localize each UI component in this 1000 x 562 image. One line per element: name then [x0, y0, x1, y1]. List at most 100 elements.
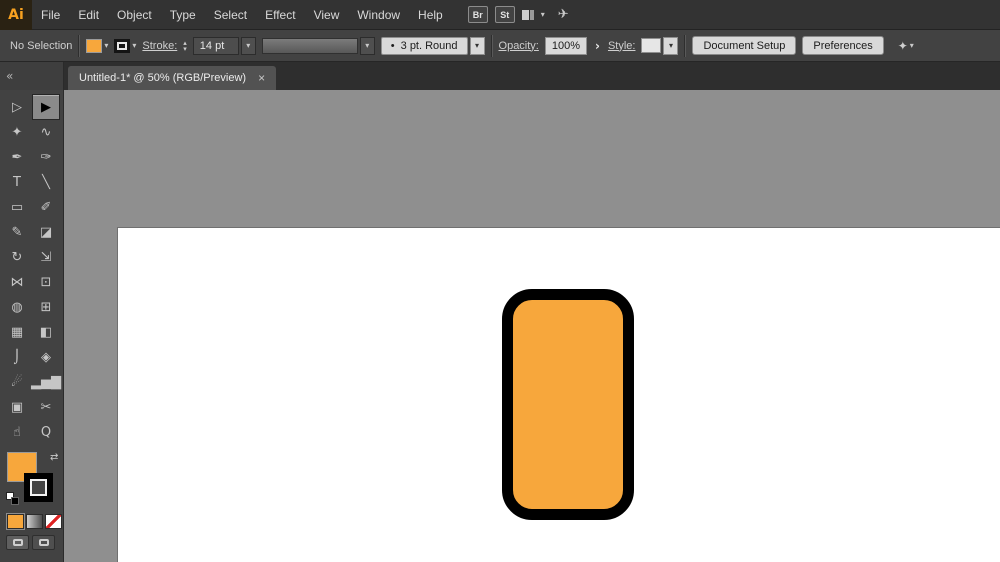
none-mode-button[interactable] [45, 514, 62, 529]
symbol-sprayer-tool[interactable]: ☄ [4, 370, 30, 394]
width-tool[interactable]: ⋈ [4, 270, 30, 294]
selection-tool[interactable]: ▶ [33, 95, 59, 119]
stroke-color-combo[interactable]: ▾ [114, 39, 136, 53]
stroke-panel-link[interactable]: Stroke: [142, 40, 177, 52]
pencil-tool[interactable]: ✎ [4, 220, 30, 244]
column-graph-tool[interactable]: ▂▅▇ [33, 370, 59, 394]
draw-behind-button[interactable] [32, 535, 55, 550]
stroke-color-swatch[interactable] [114, 39, 130, 53]
scale-tool[interactable]: ⇲ [33, 245, 59, 269]
preferences-button[interactable]: Preferences [802, 36, 883, 55]
default-fill-stroke-icon[interactable] [6, 492, 21, 506]
stroke-weight-field[interactable]: 14 pt [193, 37, 239, 55]
graphic-style-swatch[interactable] [641, 38, 661, 53]
stroke-weight-combo[interactable]: 14 pt ▾ [193, 37, 256, 55]
line-segment-tool[interactable]: ╲ [33, 170, 59, 194]
shape-builder-tool-icon: ◍ [11, 300, 22, 315]
draw-normal-button[interactable] [6, 535, 29, 550]
tools-panel: ▷▶ ✦ ∿✒✑ T ╲▭✐✎◪ ↻ ⇲ ⋈ ⊡ ◍ ⊞▦ ◧ ⌡◈ ☄ ▂▅▇ ▣ ✂ ☝ Q ⇄ [0, 90, 64, 562]
opacity-field[interactable]: 100% [545, 37, 587, 55]
paintbrush-tool[interactable]: ✐ [33, 195, 59, 219]
menu-file[interactable]: File [32, 0, 69, 29]
hand-tool-icon: ☝ [13, 425, 21, 440]
width-tool-icon: ⋈ [11, 275, 24, 290]
color-mode-button[interactable] [7, 514, 24, 529]
gradient-mode-button[interactable] [26, 514, 43, 529]
mesh-tool[interactable]: ▦ [4, 320, 30, 344]
opacity-panel-link[interactable]: Opacity: [499, 40, 539, 52]
rectangle-tool[interactable]: ▭ [4, 195, 30, 219]
menu-help[interactable]: Help [409, 0, 452, 29]
document-tab[interactable]: Untitled-1* @ 50% (RGB/Preview) × [68, 66, 276, 90]
rounded-rectangle-shape[interactable] [502, 289, 634, 520]
fill-color-combo[interactable]: ▾ [86, 39, 108, 53]
menu-effect[interactable]: Effect [256, 0, 304, 29]
document-title: Untitled-1* @ 50% (RGB/Preview) [79, 72, 246, 84]
eyedropper-tool[interactable]: ⌡ [4, 345, 30, 369]
style-panel-link[interactable]: Style: [608, 40, 636, 52]
stroke-weight-stepper[interactable]: ▴ ▾ [183, 40, 187, 52]
swap-fill-stroke-icon[interactable]: ⇄ [50, 452, 58, 463]
stroke-swatch[interactable] [24, 473, 53, 502]
type-tool-icon: T [13, 175, 21, 190]
blend-tool[interactable]: ◈ [33, 345, 59, 369]
graphic-style-combo[interactable]: ▾ [641, 37, 678, 55]
menu-edit[interactable]: Edit [69, 0, 108, 29]
menu-type[interactable]: Type [161, 0, 205, 29]
document-setup-button[interactable]: Document Setup [692, 36, 796, 55]
magic-wand-tool[interactable]: ✦ [4, 120, 30, 144]
canvas-area[interactable] [64, 90, 1000, 562]
width-profile-preview[interactable] [262, 38, 358, 54]
chevron-down-icon[interactable]: ▾ [541, 10, 545, 19]
brush-definition-combo[interactable]: • 3 pt. Round ▾ [381, 37, 485, 55]
chevron-down-icon[interactable]: ▾ [910, 41, 914, 50]
fill-color-swatch[interactable] [86, 39, 102, 53]
eraser-tool[interactable]: ◪ [33, 220, 59, 244]
type-tool[interactable]: T [4, 170, 30, 194]
curvature-tool[interactable]: ✑ [33, 145, 59, 169]
sync-icon[interactable]: ✈ [558, 7, 569, 22]
menu-window[interactable]: Window [348, 0, 409, 29]
menu-select[interactable]: Select [205, 0, 256, 29]
lasso-tool[interactable]: ∿ [33, 120, 59, 144]
brush-definition-dropdown[interactable]: ▾ [470, 37, 485, 55]
separator [78, 35, 80, 57]
menu-object[interactable]: Object [108, 0, 161, 29]
color-mode-row [7, 514, 63, 529]
chevron-down-icon: ▾ [475, 41, 479, 50]
width-profile-combo[interactable]: ▾ [262, 37, 375, 55]
step-down-icon[interactable]: ▾ [183, 46, 187, 52]
magic-wand-tool-icon: ✦ [12, 125, 23, 140]
gradient-tool-icon: ◧ [40, 325, 52, 340]
shape-builder-tool[interactable]: ◍ [4, 295, 30, 319]
rotate-tool-icon: ↻ [12, 250, 23, 265]
free-transform-tool[interactable]: ⊡ [33, 270, 59, 294]
bridge-button[interactable]: Br [468, 6, 488, 23]
rotate-tool[interactable]: ↻ [4, 245, 30, 269]
perspective-grid-tool[interactable]: ⊞ [33, 295, 59, 319]
direct-selection-tool[interactable]: ▷ [4, 95, 30, 119]
chevron-down-icon[interactable]: ▾ [104, 41, 108, 50]
separator [491, 35, 493, 57]
collapse-panel-icon[interactable]: « [6, 69, 13, 83]
stock-button[interactable]: St [495, 6, 515, 23]
slice-tool[interactable]: ✂ [33, 395, 59, 419]
stroke-weight-dropdown[interactable]: ▾ [241, 37, 256, 55]
width-profile-dropdown[interactable]: ▾ [360, 37, 375, 55]
hand-tool[interactable]: ☝ [4, 420, 30, 444]
graphic-style-dropdown[interactable]: ▾ [663, 37, 678, 55]
close-tab-icon[interactable]: × [258, 71, 265, 85]
arrange-documents-icon[interactable] [522, 10, 534, 20]
select-similar-combo[interactable]: ✦ ▾ [898, 39, 914, 53]
brush-definition-field[interactable]: • 3 pt. Round [381, 37, 468, 55]
select-similar-icon[interactable]: ✦ [898, 39, 908, 53]
pen-tool[interactable]: ✒ [4, 145, 30, 169]
zoom-tool[interactable]: Q [33, 420, 59, 444]
menu-view[interactable]: View [305, 0, 349, 29]
chevron-down-icon[interactable]: ▾ [132, 41, 136, 50]
gradient-tool[interactable]: ◧ [33, 320, 59, 344]
symbol-sprayer-tool-icon: ☄ [11, 375, 23, 390]
opacity-flyout-button[interactable]: › [593, 39, 602, 53]
artboard-tool[interactable]: ▣ [4, 395, 30, 419]
artboard-tool-icon: ▣ [11, 400, 23, 415]
